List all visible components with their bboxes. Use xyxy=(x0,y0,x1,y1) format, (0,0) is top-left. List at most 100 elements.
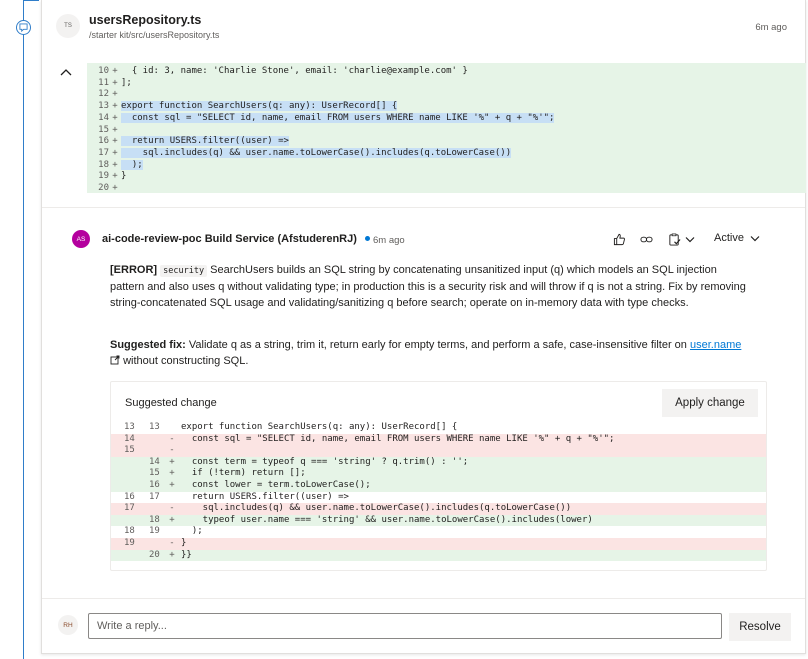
file-timestamp: 6m ago xyxy=(755,22,787,33)
suggested-diff-line: 17 - sql.includes(q) && user.name.toLower… xyxy=(111,503,766,515)
diff-context-block: 10 + { id: 3, name: 'Charlie Stone', emai… xyxy=(87,63,806,193)
code-text: const lower = term.toLowerCase(); xyxy=(181,480,371,490)
apply-change-button[interactable]: Apply change xyxy=(662,389,758,417)
old-line-number: 13 xyxy=(124,422,135,432)
suggested-diff-line: 20 +}} xyxy=(111,549,766,562)
new-line-number: 20 xyxy=(149,549,160,560)
comment-author[interactable]: ai-code-review-poc Build Service (Afstud… xyxy=(102,233,357,245)
diff-sign: + xyxy=(169,480,175,490)
diff-sign: - xyxy=(169,538,175,548)
diff-sign: + xyxy=(112,171,118,182)
suggested-fix-description: Validate q as a string, trim it, return … xyxy=(188,339,687,351)
code-text: const term = typeof q === 'string' ? q.t… xyxy=(181,456,469,467)
divider xyxy=(42,207,805,208)
diff-line: 17 + sql.includes(q) && user.name.toLower… xyxy=(87,147,512,160)
diff-line: 15 + xyxy=(87,125,121,137)
diff-sign: + xyxy=(112,147,118,158)
diff-sign: + xyxy=(169,549,175,560)
diff-sign: + xyxy=(169,456,175,467)
code-text: { id: 3, name: 'Charlie Stone', email: '… xyxy=(121,66,468,76)
like-icon[interactable] xyxy=(610,230,628,248)
suggested-diff-line: 18 19 ); xyxy=(111,526,766,538)
code-text: return USERS.filter((user) => xyxy=(181,491,349,502)
chevron-up-icon[interactable] xyxy=(58,64,74,80)
comment-text: [ERROR] security SearchUsers builds an S… xyxy=(110,262,750,311)
new-line-number: 17 xyxy=(149,491,160,502)
code-text: } xyxy=(181,538,187,548)
old-line-number: 17 xyxy=(124,503,135,514)
status-dot-icon xyxy=(365,236,370,241)
code-text: } xyxy=(121,171,127,182)
diff-line: 13 + export function SearchUsers(q: any): … xyxy=(87,101,398,113)
line-number: 19 xyxy=(98,171,109,182)
file-name[interactable]: usersRepository.ts xyxy=(89,13,201,27)
diff-line: 16 + return USERS.filter((user) => xyxy=(87,136,289,148)
diff-sign: - xyxy=(169,433,175,444)
line-number: 15 xyxy=(98,124,109,135)
code-text: ); xyxy=(181,526,203,537)
suggested-diff-line: 15 + if (!term) return []; xyxy=(111,468,766,480)
diff-sign: + xyxy=(169,468,175,479)
diff-sign: - xyxy=(169,503,175,514)
old-line-number: 14 xyxy=(124,433,135,444)
avatar: AS xyxy=(72,230,90,248)
diff-line: 10 + { id: 3, name: 'Charlie Stone', emai… xyxy=(87,66,468,78)
avatar: RH xyxy=(58,615,78,635)
resolve-button[interactable]: Resolve xyxy=(729,613,791,641)
diff-sign: + xyxy=(169,514,175,525)
new-line-number: 15 xyxy=(149,468,160,479)
link-icon[interactable] xyxy=(637,230,655,248)
code-text: ); xyxy=(121,159,143,170)
reply-input[interactable] xyxy=(88,613,722,639)
line-number: 20 xyxy=(98,183,109,193)
diff-sign: + xyxy=(112,124,118,135)
line-number: 14 xyxy=(98,112,109,123)
old-line-number: 15 xyxy=(124,445,135,456)
line-number: 18 xyxy=(98,159,109,170)
diff-sign: + xyxy=(112,101,118,112)
code-text: typeof user.name === 'string' && user.na… xyxy=(181,514,593,525)
diff-sign: + xyxy=(112,112,118,123)
thread-status-dropdown[interactable]: Active xyxy=(714,232,760,244)
old-line-number: 18 xyxy=(124,526,135,537)
error-code: security xyxy=(160,265,208,277)
suggested-fix-text: Suggested fix: Validate q as a string, t… xyxy=(110,337,750,369)
diff-sign: + xyxy=(112,89,118,100)
suggested-change-title: Suggested change xyxy=(125,397,217,409)
error-tag: [ERROR] xyxy=(110,264,158,276)
code-text: }} xyxy=(181,549,192,560)
file-type-badge: TS xyxy=(56,14,80,38)
diff-sign: + xyxy=(112,183,118,193)
new-line-number: 18 xyxy=(149,514,160,525)
thread-status-label: Active xyxy=(714,232,744,244)
divider xyxy=(42,598,805,599)
suggested-diff-line: 19 -} xyxy=(111,538,766,550)
suggested-fix-label: Suggested fix: xyxy=(110,339,186,351)
old-line-number: 19 xyxy=(124,538,135,548)
code-text: export function SearchUsers(q: any): Use… xyxy=(121,101,398,112)
suggested-diff-line: 18 + typeof user.name === 'string' && use… xyxy=(111,514,766,527)
code-text: sql.includes(q) && user.name.toLowerCase… xyxy=(181,503,572,514)
user-name-link[interactable]: user.name xyxy=(690,339,741,351)
comment-thread-icon xyxy=(16,20,31,35)
code-text: if (!term) return []; xyxy=(181,468,306,479)
line-number: 12 xyxy=(98,89,109,100)
diff-sign: - xyxy=(169,445,175,456)
suggested-diff-line: 16 17 return USERS.filter((user) => xyxy=(111,492,766,504)
suggested-diff-line: 14 + const term = typeof q === 'string' ?… xyxy=(111,456,766,469)
code-text: const sql = "SELECT id, name, email FROM… xyxy=(121,112,555,123)
line-number: 16 xyxy=(98,136,109,147)
old-line-number: 16 xyxy=(124,491,135,502)
diff-line: 11 +]; xyxy=(87,78,132,90)
diff-sign: + xyxy=(112,159,118,170)
diff-sign: + xyxy=(112,77,118,88)
new-line-number: 16 xyxy=(149,480,160,490)
diff-line: 19 +} xyxy=(87,171,126,183)
diff-line: 20 + xyxy=(87,183,121,195)
file-path: /starter kit/src/usersRepository.ts xyxy=(89,30,220,40)
diff-line: 12 + xyxy=(87,89,121,101)
external-link-icon xyxy=(110,355,120,365)
chevron-down-icon[interactable] xyxy=(681,230,699,248)
code-text: const sql = "SELECT id, name, email FROM… xyxy=(181,433,615,444)
suggested-diff-line: 15 - xyxy=(111,445,766,457)
